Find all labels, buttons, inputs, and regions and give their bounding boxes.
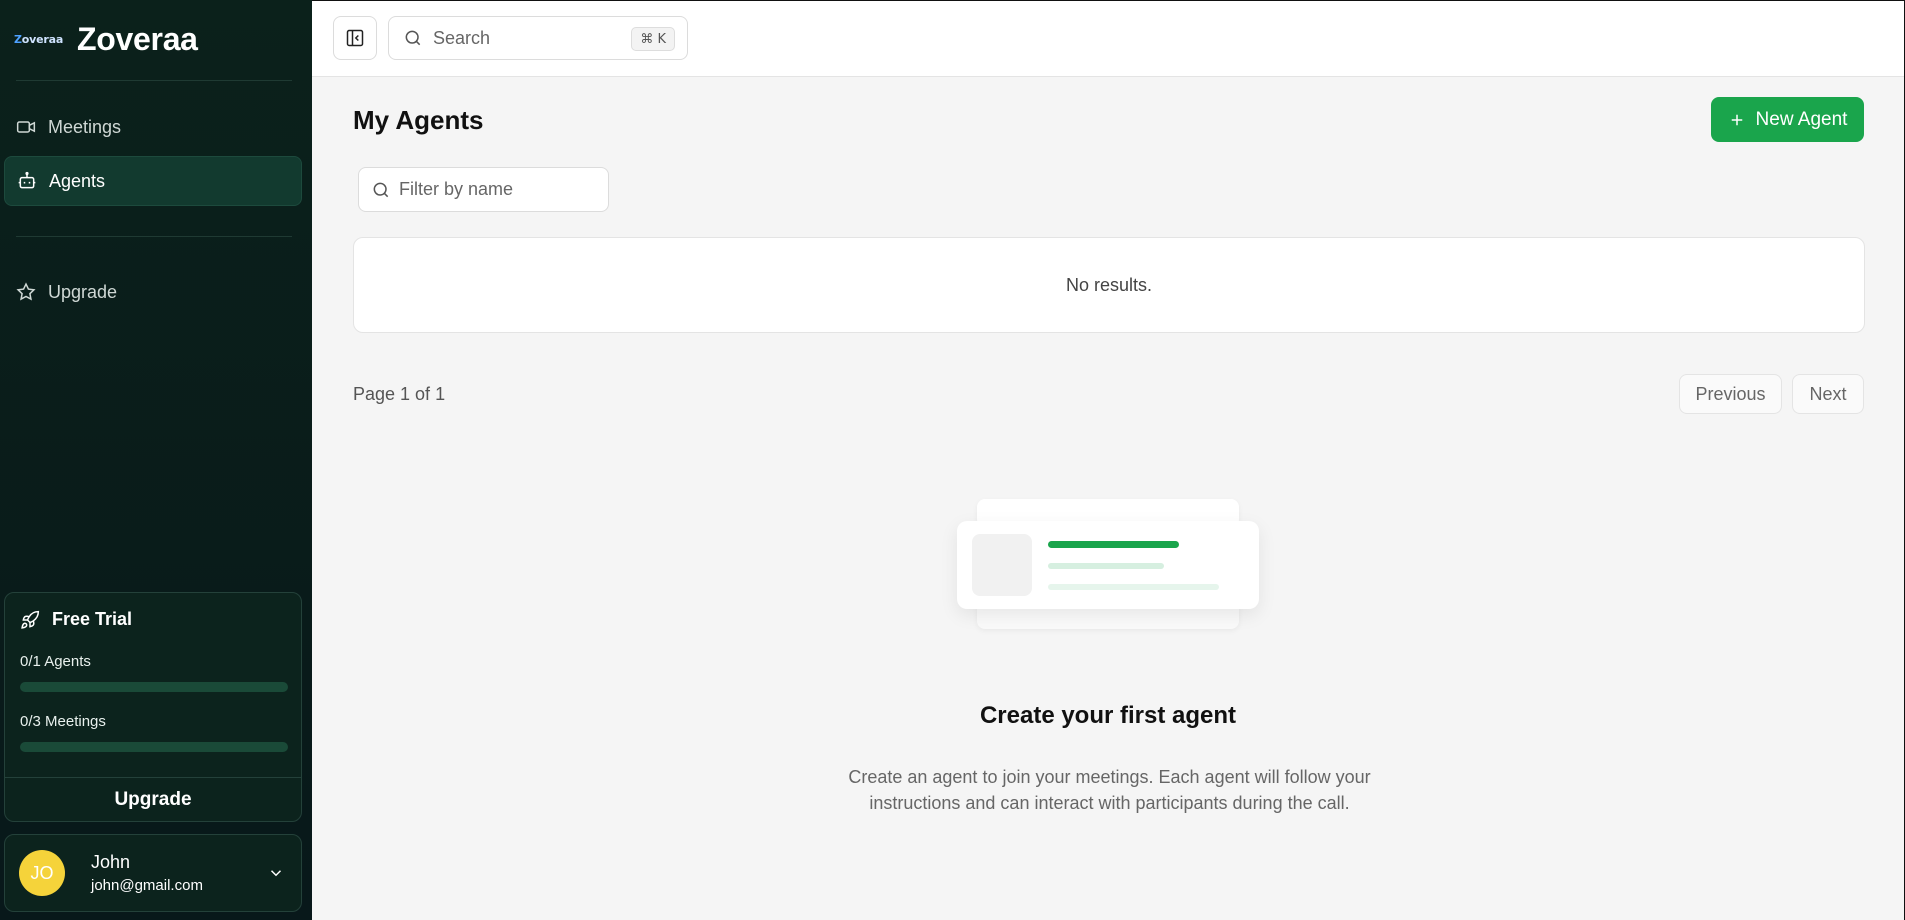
new-agent-button[interactable]: New Agent (1711, 97, 1864, 142)
top-bar: ⌘ K (312, 1, 1904, 77)
sidebar-divider (16, 80, 292, 81)
user-info: John john@gmail.com (91, 852, 203, 894)
user-name: John (91, 852, 131, 872)
illustration-line (1048, 563, 1164, 569)
user-email: john@gmail.com (91, 877, 203, 894)
sidebar-divider (16, 236, 292, 237)
free-trial-title: Free Trial (52, 609, 133, 629)
search-input[interactable] (433, 27, 623, 49)
filter-input[interactable] (399, 179, 599, 200)
sidebar-item-agents[interactable]: Agents (4, 156, 302, 206)
plus-icon (1731, 114, 1742, 125)
free-trial-card: Free Trial 0/1 Agents 0/3 Meetings Upgra… (4, 592, 302, 822)
agents-usage-bar (20, 682, 288, 692)
avatar: JO (19, 850, 65, 896)
sidebar-item-label: Meetings (48, 116, 122, 137)
user-menu-button[interactable]: JO John john@gmail.com (4, 834, 302, 912)
agents-usage-label: 0/1 Agents (20, 653, 91, 670)
panel-left-close-icon (346, 29, 364, 47)
pagination-info: Page 1 of 1 (353, 384, 446, 404)
meetings-usage-label: 0/3 Meetings (20, 713, 106, 730)
global-search[interactable]: ⌘ K (388, 16, 688, 60)
rocket-icon (21, 610, 40, 629)
previous-page-button[interactable]: Previous (1679, 374, 1782, 414)
page-title: My Agents (353, 105, 484, 135)
illustration-thumbnail (972, 534, 1032, 596)
search-icon (373, 182, 389, 197)
trial-upgrade-button[interactable]: Upgrade (5, 777, 301, 821)
brand-logo: Zoveraa (14, 32, 64, 46)
sidebar-item-label: Agents (49, 170, 106, 191)
sidebar-item-label: Upgrade (48, 281, 118, 302)
main-content: ⌘ K My Agents New Agent No results. Page… (312, 0, 1905, 920)
filter-box[interactable] (358, 167, 609, 212)
illustration-line (1048, 541, 1179, 548)
illustration-card-front (957, 521, 1259, 609)
brand[interactable]: Zoveraa Zoveraa (14, 18, 198, 60)
star-icon (16, 282, 36, 301)
agents-table: No results. (353, 237, 1865, 333)
empty-state-description: Create an agent to join your meetings. E… (848, 767, 1371, 813)
illustration-line (1048, 584, 1219, 590)
search-shortcut-badge: ⌘ K (631, 27, 675, 51)
search-icon (405, 30, 421, 46)
brand-name: Zoveraa (77, 20, 198, 57)
sidebar-toggle-button[interactable] (333, 16, 377, 60)
chevron-down-icon (270, 870, 282, 877)
bot-icon (18, 171, 36, 189)
free-trial-header: Free Trial (20, 609, 132, 630)
sidebar-item-meetings[interactable]: Meetings (4, 102, 302, 152)
empty-state-illustration (957, 499, 1259, 633)
meetings-usage-bar (20, 742, 288, 752)
no-results-text: No results. (1065, 274, 1153, 295)
next-page-button[interactable]: Next (1792, 374, 1864, 414)
sidebar-item-upgrade[interactable]: Upgrade (4, 267, 302, 317)
video-icon (16, 121, 36, 133)
new-agent-label: New Agent (1755, 108, 1848, 130)
empty-state-title: Create your first agent (979, 702, 1237, 729)
sidebar: Zoveraa Zoveraa Meetings Agents Upgrade … (0, 0, 312, 920)
